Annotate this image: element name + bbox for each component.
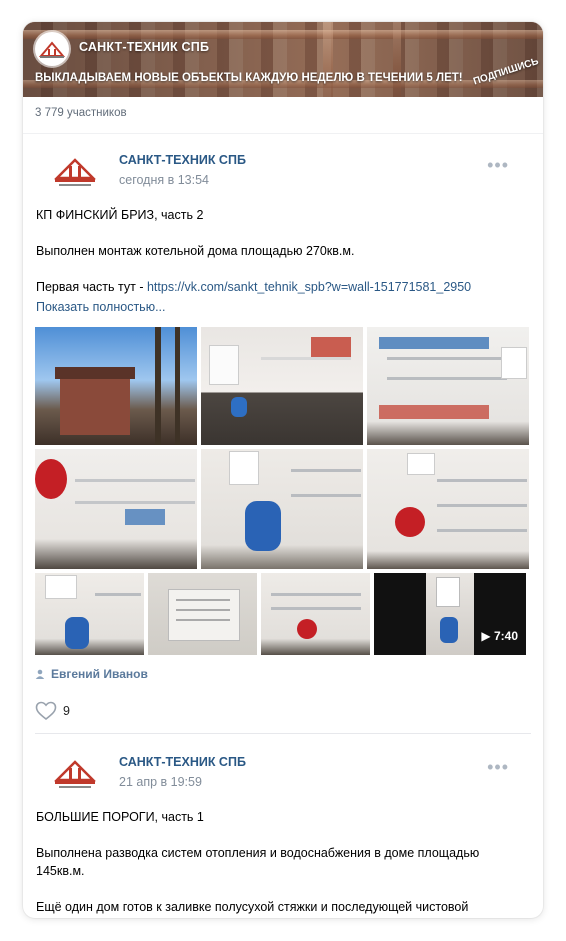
photo-thumbnail[interactable] bbox=[201, 449, 363, 569]
community-widget: САНКТ-ТЕХНИК СПБ ВЫКЛАДЫВАЕМ НОВЫЕ ОБЪЕК… bbox=[23, 22, 543, 918]
post-more-button[interactable]: ••• bbox=[487, 758, 509, 776]
post-divider bbox=[35, 733, 531, 734]
post-link[interactable]: https://vk.com/sankt_tehnik_spb?w=wall-1… bbox=[147, 280, 471, 294]
post-title: БОЛЬШИЕ ПОРОГИ, часть 1 bbox=[36, 810, 204, 824]
signer-name[interactable]: Евгений Иванов bbox=[51, 667, 148, 681]
post-date[interactable]: 21 апр в 19:59 bbox=[119, 775, 202, 789]
user-icon bbox=[35, 669, 45, 679]
heart-icon bbox=[35, 701, 57, 721]
post-signer[interactable]: Евгений Иванов bbox=[35, 667, 531, 681]
photo-thumbnail[interactable] bbox=[201, 327, 363, 445]
post-author-name[interactable]: САНКТ-ТЕХНИК СПБ bbox=[119, 153, 246, 167]
photo-thumbnail[interactable] bbox=[35, 573, 144, 655]
photo-thumbnail[interactable] bbox=[35, 449, 197, 569]
wall-post: САНКТ-ТЕХНИК СПБ сегодня в 13:54 ••• КП … bbox=[23, 146, 543, 734]
post-author-avatar[interactable] bbox=[49, 754, 109, 798]
link-prefix: Первая часть тут - bbox=[36, 280, 147, 294]
wall-post: САНКТ-ТЕХНИК СПБ 21 апр в 19:59 ••• БОЛЬ… bbox=[23, 748, 543, 916]
post-header: САНКТ-ТЕХНИК СПБ 21 апр в 19:59 ••• bbox=[35, 748, 531, 808]
post-text: БОЛЬШИЕ ПОРОГИ, часть 1 Выполнена развод… bbox=[35, 808, 531, 916]
post-author-name[interactable]: САНКТ-ТЕХНИК СПБ bbox=[119, 755, 246, 769]
community-avatar[interactable] bbox=[35, 32, 69, 66]
like-button[interactable]: 9 bbox=[35, 699, 531, 723]
video-duration-text: 7:40 bbox=[493, 629, 518, 643]
play-icon: ▶ bbox=[481, 629, 491, 643]
company-logo-icon bbox=[39, 41, 65, 58]
company-logo-icon bbox=[53, 158, 97, 186]
cover-tagline: ВЫКЛАДЫВАЕМ НОВЫЕ ОБЪЕКТЫ КАЖДУЮ НЕДЕЛЮ … bbox=[35, 72, 463, 84]
community-cover[interactable]: САНКТ-ТЕХНИК СПБ ВЫКЛАДЫВАЕМ НОВЫЕ ОБЪЕК… bbox=[23, 22, 543, 97]
video-thumbnail[interactable]: ▶ 7:40 bbox=[374, 573, 526, 655]
photo-thumbnail[interactable] bbox=[35, 327, 197, 445]
video-duration: ▶ 7:40 bbox=[481, 629, 518, 643]
photo-gallery: ▶ 7:40 bbox=[35, 327, 529, 655]
community-name[interactable]: САНКТ-ТЕХНИК СПБ bbox=[79, 40, 209, 54]
photo-thumbnail[interactable] bbox=[367, 327, 529, 445]
photo-thumbnail[interactable] bbox=[148, 573, 257, 655]
post-text: КП ФИНСКИЙ БРИЗ, часть 2 Выполнен монтаж… bbox=[35, 206, 531, 316]
company-logo-icon bbox=[53, 760, 97, 788]
post-date[interactable]: сегодня в 13:54 bbox=[119, 173, 209, 187]
photo-thumbnail[interactable] bbox=[367, 449, 529, 569]
post-link-line: Первая часть тут - https://vk.com/sankt_… bbox=[36, 278, 531, 296]
post-header: САНКТ-ТЕХНИК СПБ сегодня в 13:54 ••• bbox=[35, 146, 531, 206]
post-more-button[interactable]: ••• bbox=[487, 156, 509, 174]
post-body-continued: Ещё один дом готов к заливке полусухой с… bbox=[36, 900, 469, 914]
post-title: КП ФИНСКИЙ БРИЗ, часть 2 bbox=[36, 208, 204, 222]
post-body: Выполнена разводка систем отопления и во… bbox=[36, 846, 480, 878]
photo-thumbnail[interactable] bbox=[261, 573, 370, 655]
show-more-link[interactable]: Показать полностью... bbox=[36, 298, 531, 316]
member-count[interactable]: 3 779 участников bbox=[23, 97, 543, 134]
post-author-avatar[interactable] bbox=[49, 152, 109, 196]
post-body: Выполнен монтаж котельной дома площадью … bbox=[36, 244, 355, 258]
like-count: 9 bbox=[63, 704, 70, 718]
